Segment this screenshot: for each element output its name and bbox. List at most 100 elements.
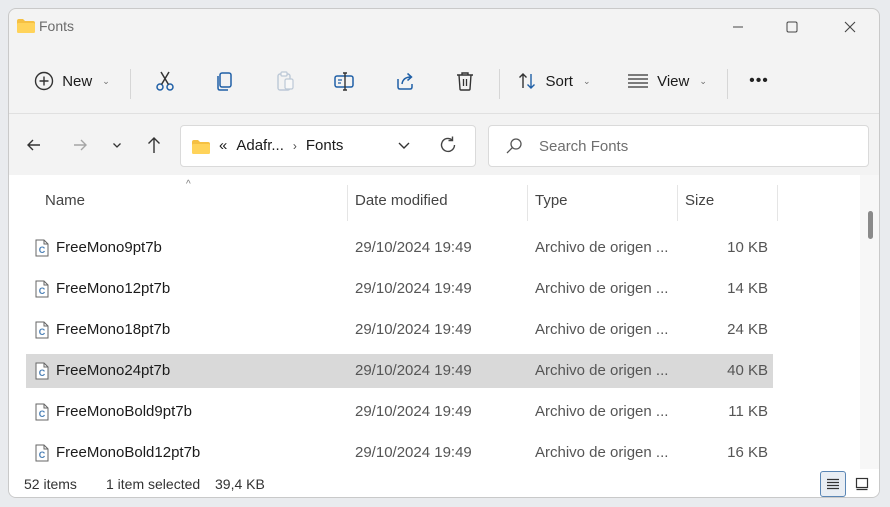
plus-circle-icon (35, 71, 54, 91)
file-name: FreeMonoBold9pt7b (56, 403, 192, 420)
file-explorer-window: Fonts New ⌄ Sort ⌄ View ⌄ ••• « Adafr...… (8, 8, 880, 498)
search-input[interactable]: Search Fonts (539, 138, 628, 155)
item-count: 52 items (24, 476, 77, 492)
file-name: FreeMono12pt7b (56, 280, 171, 297)
toolbar-divider (130, 69, 131, 99)
file-type: Archivo de origen ... (535, 362, 669, 379)
file-type: Archivo de origen ... (535, 403, 669, 420)
file-row[interactable]: C FreeMonoBold12pt7b 29/10/2024 19:49 Archi… (26, 436, 773, 470)
more-options-button[interactable]: ••• (737, 53, 781, 109)
file-date: 29/10/2024 19:49 (355, 403, 472, 420)
file-name: FreeMono18pt7b (56, 321, 171, 338)
sort-icon (519, 73, 536, 89)
column-header-type[interactable]: Type (535, 185, 675, 215)
file-row[interactable]: C FreeMono9pt7b 29/10/2024 19:49 Archivo de… (26, 231, 773, 265)
copy-button[interactable] (205, 53, 245, 109)
title-bar[interactable]: Fonts (9, 9, 879, 45)
more-icon: ••• (749, 72, 769, 89)
file-type: Archivo de origen ... (535, 280, 669, 297)
navigation-bar: « Adafr... › Fonts Search Fonts (9, 121, 879, 169)
back-button[interactable] (19, 121, 49, 169)
share-button[interactable] (385, 53, 425, 109)
forward-button[interactable] (65, 121, 95, 169)
column-header-date[interactable]: Date modified (355, 185, 525, 215)
file-row[interactable]: C FreeMono18pt7b 29/10/2024 19:49 Archivo d… (26, 313, 773, 347)
address-dropdown-button[interactable] (395, 136, 413, 157)
svg-text:C: C (39, 368, 46, 378)
large-icons-view-button[interactable] (849, 471, 875, 497)
search-box[interactable]: Search Fonts (488, 125, 869, 167)
details-view-button[interactable] (820, 471, 846, 497)
address-bar[interactable]: « Adafr... › Fonts (180, 125, 476, 167)
delete-button[interactable] (445, 53, 485, 109)
search-icon (506, 138, 522, 154)
column-divider[interactable] (527, 185, 528, 221)
view-label: View (657, 72, 690, 90)
new-label: New (62, 72, 93, 90)
c-source-file-icon: C (35, 444, 49, 462)
refresh-button[interactable] (437, 134, 459, 159)
file-size: 24 KB (727, 321, 768, 338)
file-size: 40 KB (727, 362, 768, 379)
column-divider[interactable] (777, 185, 778, 221)
vertical-scrollbar[interactable] (860, 175, 879, 469)
file-size: 16 KB (727, 444, 768, 461)
file-list: ^ Name Date modified Type Size C FreeMono… (9, 175, 879, 469)
new-button[interactable]: New ⌄ (27, 53, 117, 109)
chevron-down-icon: ⌄ (102, 75, 110, 86)
arrow-up-icon (148, 137, 160, 153)
folder-icon (17, 19, 35, 33)
scissors-icon (156, 71, 174, 91)
selection-count: 1 item selected (106, 476, 201, 492)
trash-icon (457, 72, 473, 91)
maximize-button[interactable] (769, 9, 815, 45)
minimize-icon (733, 26, 743, 28)
breadcrumb-item[interactable]: Adafr... (236, 137, 284, 154)
toolbar-divider-line (9, 113, 879, 114)
scrollbar-thumb[interactable] (868, 211, 873, 239)
file-row[interactable]: C FreeMono12pt7b 29/10/2024 19:49 Archivo d… (26, 272, 773, 306)
recent-locations-button[interactable] (107, 121, 127, 169)
file-type: Archivo de origen ... (535, 321, 669, 338)
c-source-file-icon: C (35, 403, 49, 421)
breadcrumb-item[interactable]: Fonts (306, 137, 344, 154)
file-row[interactable]: C FreeMono24pt7b 29/10/2024 19:49 Archivo d… (26, 354, 773, 388)
arrow-right-icon (74, 139, 87, 151)
column-header-size[interactable]: Size (685, 185, 775, 215)
file-name: FreeMono24pt7b (56, 362, 171, 379)
column-divider[interactable] (677, 185, 678, 221)
arrow-left-icon (27, 139, 40, 151)
svg-text:C: C (39, 450, 46, 460)
file-date: 29/10/2024 19:49 (355, 239, 472, 256)
c-source-file-icon: C (35, 321, 49, 339)
paste-button[interactable] (265, 53, 305, 109)
cut-button[interactable] (145, 53, 185, 109)
file-name: FreeMonoBold12pt7b (56, 444, 201, 461)
file-type: Archivo de origen ... (535, 444, 669, 461)
file-date: 29/10/2024 19:49 (355, 321, 472, 338)
breadcrumb: « Adafr... › Fonts (219, 137, 343, 154)
svg-text:C: C (39, 286, 46, 296)
chevron-right-icon[interactable]: › (293, 139, 297, 153)
chevron-down-icon (113, 143, 121, 148)
svg-text:C: C (39, 327, 46, 337)
file-date: 29/10/2024 19:49 (355, 362, 472, 379)
column-header-name[interactable]: Name (45, 185, 345, 215)
sort-button[interactable]: Sort ⌄ (509, 53, 599, 109)
breadcrumb-overflow[interactable]: « (219, 137, 227, 154)
chevron-down-icon (398, 142, 410, 149)
column-divider[interactable] (347, 185, 348, 221)
up-button[interactable] (139, 121, 169, 169)
clipboard-icon (277, 71, 294, 91)
rename-button[interactable] (325, 53, 365, 109)
maximize-icon (786, 21, 798, 33)
view-button[interactable]: View ⌄ (617, 53, 717, 109)
selection-size: 39,4 KB (215, 476, 265, 492)
chevron-down-icon: ⌄ (699, 75, 707, 86)
close-button[interactable] (827, 9, 873, 45)
refresh-icon (440, 136, 456, 153)
chevron-down-icon: ⌄ (582, 75, 591, 86)
file-row[interactable]: C FreeMonoBold9pt7b 29/10/2024 19:49 Archiv… (26, 395, 773, 429)
file-type: Archivo de origen ... (535, 239, 669, 256)
minimize-button[interactable] (715, 9, 761, 45)
